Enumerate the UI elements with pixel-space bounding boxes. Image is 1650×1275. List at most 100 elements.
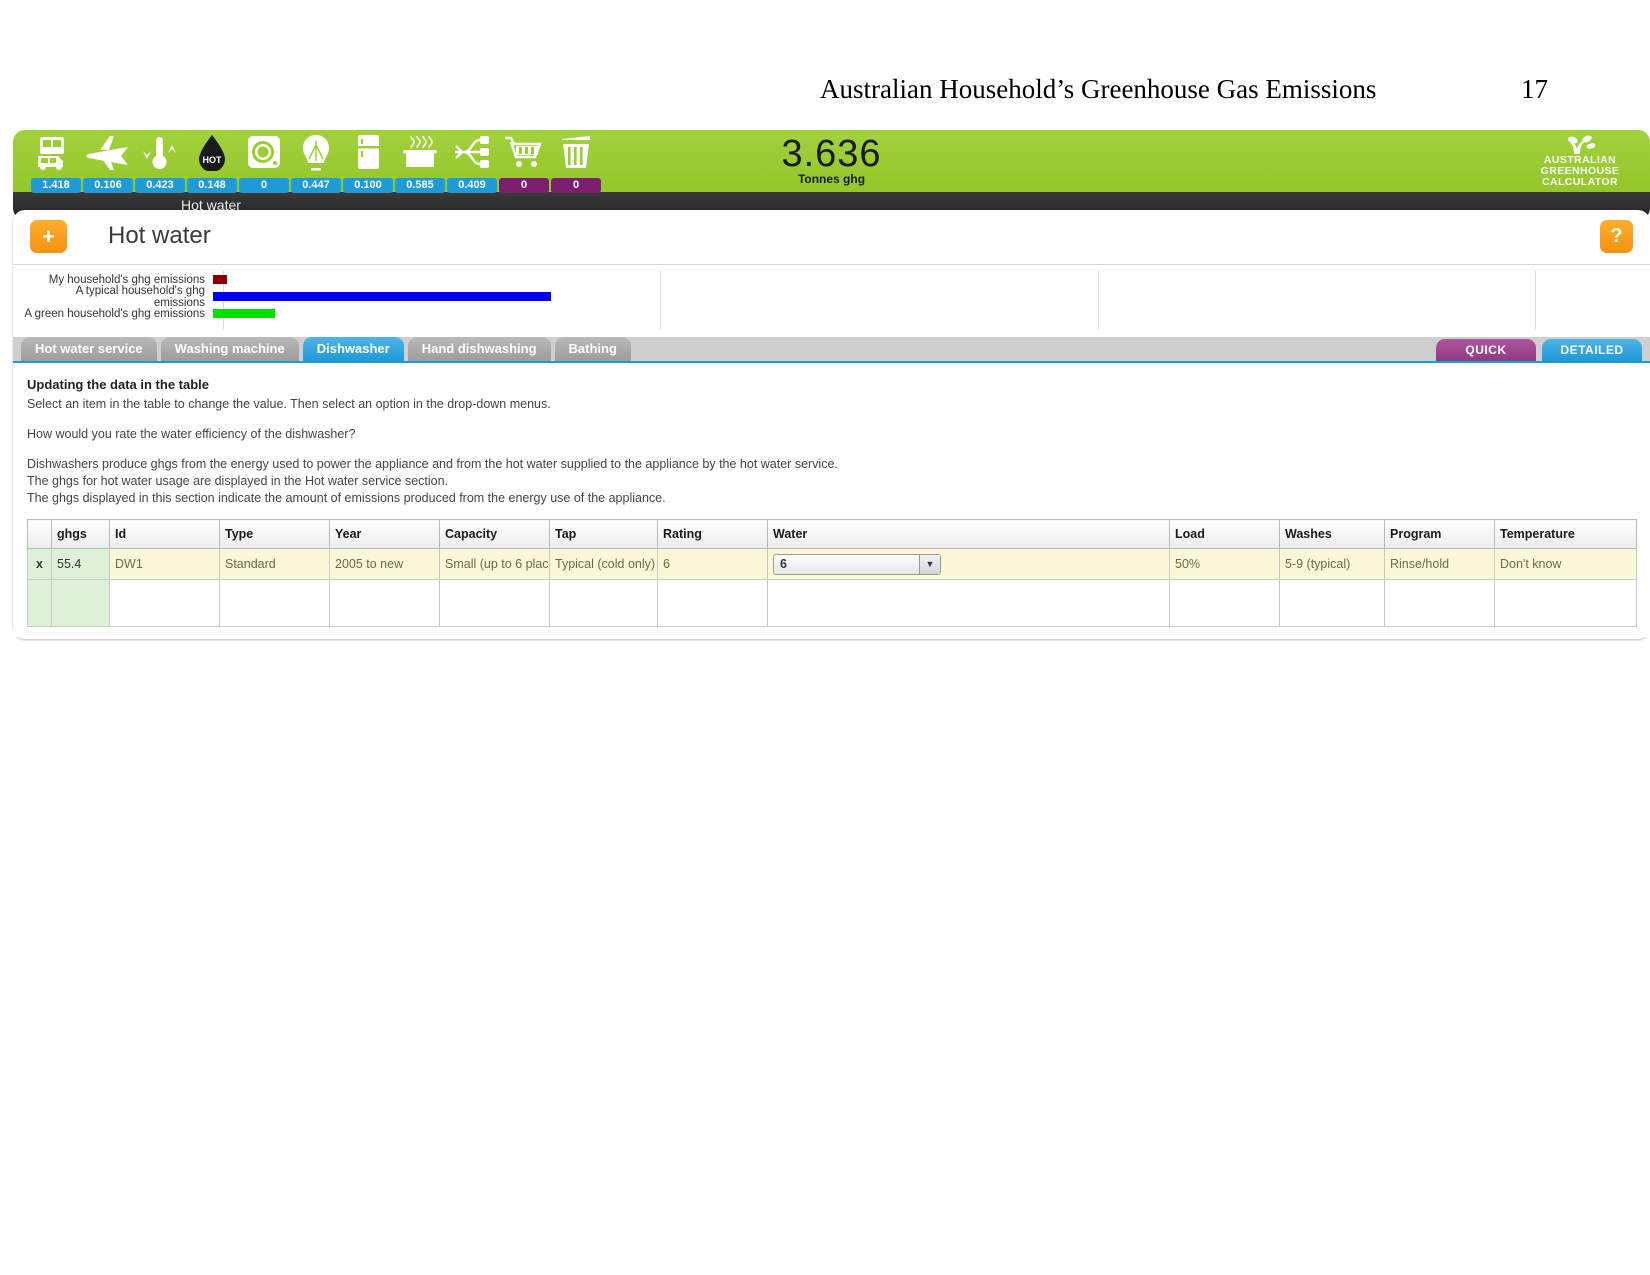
section-tabs: Hot water service Washing machine Dishwa… <box>21 337 631 361</box>
panel-header: + Hot water ? <box>13 210 1650 265</box>
th-id: Id <box>109 519 220 549</box>
category-refrigeration[interactable] <box>343 132 393 172</box>
empty-water-cell <box>767 579 1170 627</box>
washing-machine-icon <box>241 132 287 172</box>
table-empty-row <box>27 579 1637 627</box>
category-washing-machine[interactable] <box>239 132 289 172</box>
panel-content: Updating the data in the table Select an… <box>13 361 1650 637</box>
water-rating-value: 6 <box>780 557 787 571</box>
chip-lighting[interactable]: 0.447 <box>291 178 341 193</box>
tab-dishwasher[interactable]: Dishwasher <box>302 337 404 361</box>
shopping-trolley-icon <box>501 132 547 172</box>
th-load: Load <box>1169 519 1280 549</box>
chip-hot-water[interactable]: 0.148 <box>187 178 237 193</box>
cell-rating[interactable]: 6 <box>657 548 768 580</box>
info-paragraph-3: The ghgs displayed in this section indic… <box>27 491 666 505</box>
table-row: x 55.4 DW1 Standard 2005 to new Small (u… <box>27 548 1637 580</box>
cell-washes[interactable]: 5-9 (typical) <box>1279 548 1385 580</box>
chart-row-typical-household: A typical household's ghg emissions <box>23 285 1640 309</box>
th-capacity: Capacity <box>439 519 550 549</box>
chip-refrigeration[interactable]: 0.100 <box>343 178 393 193</box>
cell-tap[interactable]: Typical (cold only) <box>549 548 658 580</box>
cell-temperature[interactable]: Don't know <box>1494 548 1637 580</box>
tab-washing-machine[interactable]: Washing machine <box>160 337 299 361</box>
chart-label-green-household: A green household's ghg emissions <box>24 307 205 320</box>
cell-program[interactable]: Rinse/hold <box>1384 548 1495 580</box>
empty-washes-cell <box>1279 579 1385 627</box>
category-lighting[interactable] <box>291 132 341 172</box>
dishwasher-table: ghgs Id Type Year Capacity Tap Rating Wa… <box>27 519 1637 627</box>
cell-capacity[interactable]: Small (up to 6 place settings) <box>439 548 550 580</box>
car-bus-transport-icon <box>33 132 79 172</box>
empty-program-cell <box>1384 579 1495 627</box>
table-header-row: ghgs Id Type Year Capacity Tap Rating Wa… <box>27 519 1637 549</box>
th-rating: Rating <box>657 519 768 549</box>
delete-row-button[interactable]: x <box>27 548 52 580</box>
empty-capacity-cell <box>439 579 550 627</box>
th-ghgs: ghgs <box>51 519 110 549</box>
cell-water[interactable]: 6 ▼ <box>767 548 1170 580</box>
category-shopping[interactable] <box>499 132 549 172</box>
cell-year[interactable]: 2005 to new <box>329 548 440 580</box>
category-airplane[interactable] <box>83 132 133 172</box>
empty-load-cell <box>1169 579 1280 627</box>
category-value-chips: 1.418 0.106 0.423 0.148 0 0.447 0.100 0.… <box>31 178 601 193</box>
chip-shopping[interactable]: 0 <box>499 178 549 193</box>
tab-bathing[interactable]: Bathing <box>554 337 631 361</box>
empty-year-cell <box>329 579 440 627</box>
empty-id-cell <box>109 579 220 627</box>
detailed-mode-button[interactable]: DETAILED <box>1542 339 1642 361</box>
category-cooking[interactable] <box>395 132 445 172</box>
category-waste[interactable] <box>551 132 601 172</box>
th-type: Type <box>219 519 330 549</box>
chart-row-green-household: A green household's ghg emissions <box>23 305 1640 322</box>
empty-select-cell <box>27 579 52 627</box>
category-heating-cooling[interactable] <box>135 132 185 172</box>
chip-car-bus-transport[interactable]: 1.418 <box>31 178 81 193</box>
chip-waste[interactable]: 0 <box>551 178 601 193</box>
chip-airplane[interactable]: 0.106 <box>83 178 133 193</box>
cell-id[interactable]: DW1 <box>109 548 220 580</box>
cell-load[interactable]: 50% <box>1169 548 1280 580</box>
chip-washing-machine[interactable]: 0 <box>239 178 289 193</box>
water-rating-dropdown[interactable]: 6 ▼ <box>773 553 941 575</box>
empty-ghgs-cell <box>51 579 110 627</box>
document-title: Australian Household’s Greenhouse Gas Em… <box>820 74 1377 104</box>
cell-ghgs: 55.4 <box>51 548 110 580</box>
chip-appliances[interactable]: 0.409 <box>447 178 497 193</box>
th-temperature: Temperature <box>1494 519 1637 549</box>
main-panel: + Hot water ? My household's ghg emissio… <box>13 210 1650 639</box>
empty-type-cell <box>219 579 330 627</box>
category-car-bus-transport[interactable] <box>31 132 81 172</box>
chart-bar-my-household <box>213 275 227 284</box>
th-tap: Tap <box>549 519 658 549</box>
th-year: Year <box>329 519 440 549</box>
chip-cooking[interactable]: 0.585 <box>395 178 445 193</box>
th-washes: Washes <box>1279 519 1385 549</box>
australian-greenhouse-calculator-logo: AUSTRALIAN GREENHOUSE CALCULATOR <box>1524 135 1636 188</box>
th-water: Water <box>767 519 1170 549</box>
hot-water-droplet-icon: HOT <box>189 132 235 172</box>
instructions-heading: Updating the data in the table <box>27 377 210 392</box>
th-select <box>27 519 52 549</box>
refrigerator-icon <box>345 132 391 172</box>
info-paragraph-1: Dishwashers produce ghgs from the energy… <box>27 457 838 471</box>
help-button[interactable]: ? <box>1600 220 1633 253</box>
chart-bar-typical-household <box>213 292 551 301</box>
page-title: Hot water <box>108 222 211 249</box>
chevron-down-icon[interactable]: ▼ <box>919 554 940 574</box>
chip-heating-cooling[interactable]: 0.423 <box>135 178 185 193</box>
chart-bar-green-household <box>213 309 275 318</box>
cooking-pot-icon <box>397 132 443 172</box>
mode-buttons: QUICK DETAILED <box>1436 339 1642 361</box>
tab-hot-water-service[interactable]: Hot water service <box>21 337 157 361</box>
tab-hand-dishwashing[interactable]: Hand dishwashing <box>407 337 551 361</box>
document-page-number: 17 <box>1521 74 1548 104</box>
category-appliances[interactable] <box>447 132 497 172</box>
quick-mode-button[interactable]: QUICK <box>1436 339 1536 361</box>
cell-type[interactable]: Standard <box>219 548 330 580</box>
add-item-button[interactable]: + <box>30 220 67 253</box>
category-hot-water[interactable]: HOT <box>187 132 237 172</box>
instructions-subtext: Select an item in the table to change th… <box>27 397 551 411</box>
appliances-plug-icon <box>449 132 495 172</box>
